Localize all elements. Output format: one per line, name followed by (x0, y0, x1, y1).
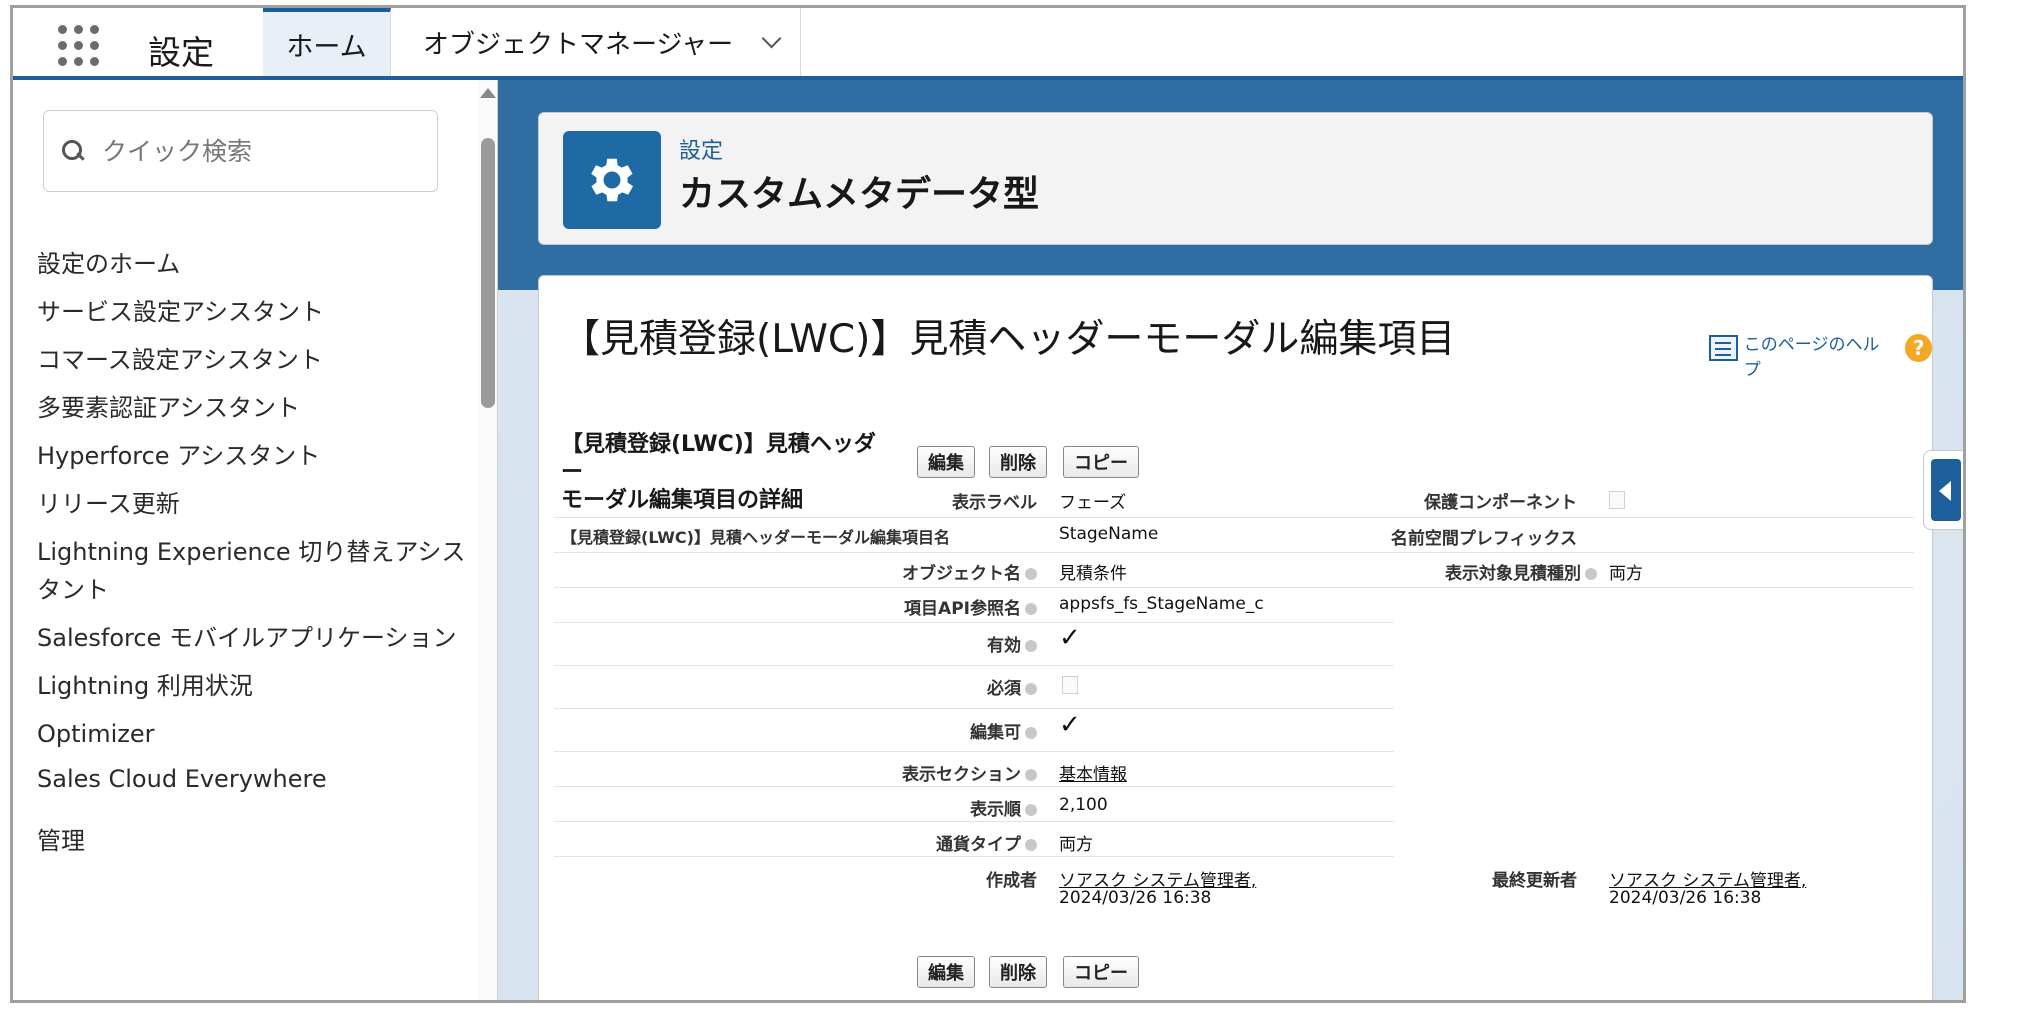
detail-section-heading-line2: モーダル編集項目の詳細 (561, 488, 804, 513)
field-label-display-label: 表示ラベル (952, 493, 1037, 513)
sidebar-item-lightning-transition-cont[interactable]: タント (37, 571, 109, 609)
field-label-api-name: 項目API参照名 (904, 594, 1037, 619)
row-divider (554, 708, 1394, 709)
info-icon (1025, 727, 1037, 739)
field-label-created-by: 作成者 (986, 871, 1037, 891)
sidebar-item-lightning-transition[interactable]: Lightning Experience 切り替えアシス (37, 533, 465, 571)
help-link[interactable]: このページのヘルプ ? (1709, 316, 1932, 380)
scrollbar-thumb[interactable] (481, 138, 495, 408)
row-divider (554, 856, 1394, 857)
info-icon (1025, 839, 1037, 851)
chevron-left-icon (1939, 481, 1951, 501)
tab-object-manager-label: オブジェクトマネージャー (423, 29, 734, 60)
row-divider (554, 622, 1394, 623)
setup-sidebar: 設定のホーム サービス設定アシスタント コマース設定アシスタント 多要素認証アシ… (13, 80, 498, 1000)
field-value-object-name: 見積条件 (1059, 564, 1127, 584)
page-title: カスタムメタデータ型 (679, 174, 1040, 215)
side-panel-toggle-inner[interactable] (1931, 459, 1961, 521)
field-label-currency-type: 通貨タイプ (936, 830, 1037, 855)
row-divider (554, 552, 1914, 553)
screenshot-frame: 設定 ホーム オブジェクトマネージャー 設定のホーム サービス設定アシスタント … (10, 5, 1966, 1003)
detail-section-heading-line1: 【見積登録(LWC)】見積ヘッダー (561, 432, 876, 485)
tab-object-manager[interactable]: オブジェクトマネージャー (391, 8, 801, 76)
help-document-icon (1709, 335, 1738, 361)
sidebar-item-hyperforce-assistant[interactable]: Hyperforce アシスタント (37, 437, 320, 475)
field-label-namespace: 名前空間プレフィックス (1390, 529, 1577, 549)
row-divider (554, 587, 1914, 588)
active-checkmark-icon: ✓ (1059, 623, 1081, 653)
side-panel-toggle[interactable] (1923, 450, 1963, 530)
field-value-api-name: appsfs_fs_StageName_c (1059, 594, 1264, 614)
page-header: 設定 カスタムメタデータ型 (538, 112, 1933, 245)
sidebar-item-sales-cloud-everywhere[interactable]: Sales Cloud Everywhere (37, 760, 327, 798)
detail-section-heading: 【見積登録(LWC)】見積ヘッダー モーダル編集項目の詳細 (561, 431, 891, 515)
field-value-target-quote-type: 両方 (1609, 564, 1643, 584)
field-value-created-date: 2024/03/26 16:38 (1059, 888, 1212, 908)
sidebar-item-mfa-assistant[interactable]: 多要素認証アシスタント (37, 389, 300, 427)
help-question-icon[interactable]: ? (1905, 334, 1932, 362)
info-icon (1025, 568, 1037, 580)
info-icon (1025, 640, 1037, 652)
row-divider (554, 821, 1394, 822)
field-label-record-name: 【見積登録(LWC)】見積ヘッダーモーダル編集項目名 (561, 528, 950, 547)
global-header: 設定 ホーム オブジェクトマネージャー (13, 8, 1963, 80)
sidebar-item-lightning-usage[interactable]: Lightning 利用状況 (37, 667, 253, 705)
delete-button-top[interactable]: 削除 (989, 446, 1047, 478)
info-icon (1585, 568, 1597, 580)
scroll-up-arrow-icon[interactable] (480, 88, 496, 98)
field-label-editable: 編集可 (970, 718, 1037, 743)
field-value-currency-type: 両方 (1059, 835, 1093, 855)
edit-button-bottom[interactable]: 編集 (917, 956, 975, 988)
info-icon (1025, 603, 1037, 615)
protected-checkbox (1609, 491, 1625, 509)
tab-home[interactable]: ホーム (263, 8, 391, 76)
row-divider (554, 751, 1394, 752)
info-icon (1025, 683, 1037, 695)
required-checkbox (1062, 676, 1078, 694)
search-icon (62, 140, 84, 162)
sidebar-item-setup-home[interactable]: 設定のホーム (37, 245, 180, 283)
help-link-text[interactable]: このページのヘルプ (1744, 330, 1890, 380)
quick-find-box[interactable] (43, 110, 438, 192)
field-label-required: 必須 (987, 674, 1037, 699)
info-icon (1025, 769, 1037, 781)
editable-checkmark-icon: ✓ (1059, 710, 1081, 740)
row-divider (554, 786, 1394, 787)
sidebar-item-salesforce-mobile[interactable]: Salesforce モバイルアプリケーション (37, 619, 456, 657)
field-value-display-order: 2,100 (1059, 795, 1108, 815)
breadcrumb[interactable]: 設定 (679, 133, 723, 165)
sidebar-item-commerce-setup-assistant[interactable]: コマース設定アシスタント (37, 341, 323, 379)
field-label-display-order: 表示順 (970, 795, 1037, 820)
copy-button-top[interactable]: コピー (1063, 446, 1139, 478)
app-name: 設定 (148, 33, 214, 72)
chevron-down-icon[interactable] (761, 28, 782, 49)
info-icon (1025, 804, 1037, 816)
main-content: 設定 カスタムメタデータ型 【見積登録(LWC)】見積ヘッダーモーダル編集項目 … (498, 80, 1963, 1000)
quick-find-input[interactable] (102, 136, 402, 166)
record-detail-card: 【見積登録(LWC)】見積ヘッダーモーダル編集項目 このページのヘルプ ? 【見… (538, 275, 1933, 1000)
app-launcher-icon[interactable] (58, 25, 100, 67)
field-label-last-modified-by: 最終更新者 (1492, 871, 1577, 891)
copy-button-bottom[interactable]: コピー (1063, 956, 1139, 988)
sidebar-item-optimizer[interactable]: Optimizer (37, 715, 154, 753)
field-label-protected: 保護コンポーネント (1424, 493, 1577, 513)
row-divider (554, 665, 1394, 666)
sidebar-item-service-setup-assistant[interactable]: サービス設定アシスタント (37, 293, 324, 331)
field-label-target-quote-type: 表示対象見積種別 (1445, 559, 1597, 584)
field-label-active: 有効 (987, 631, 1037, 656)
edit-button-top[interactable]: 編集 (917, 446, 975, 478)
field-value-display-label: フェーズ (1059, 493, 1127, 513)
gear-icon (563, 131, 661, 229)
field-value-record-name: StageName (1059, 524, 1159, 544)
row-divider (554, 517, 1914, 518)
record-title: 【見積登録(LWC)】見積ヘッダーモーダル編集項目 (561, 317, 1456, 362)
sidebar-item-release-updates[interactable]: リリース更新 (37, 485, 180, 523)
delete-button-bottom[interactable]: 削除 (989, 956, 1047, 988)
field-value-last-modified-date: 2024/03/26 16:38 (1609, 888, 1762, 908)
field-value-display-section[interactable]: 基本情報 (1059, 760, 1127, 785)
field-label-display-section: 表示セクション (902, 760, 1037, 785)
field-label-object-name: オブジェクト名 (902, 559, 1037, 584)
sidebar-section-administration: 管理 (37, 827, 85, 855)
